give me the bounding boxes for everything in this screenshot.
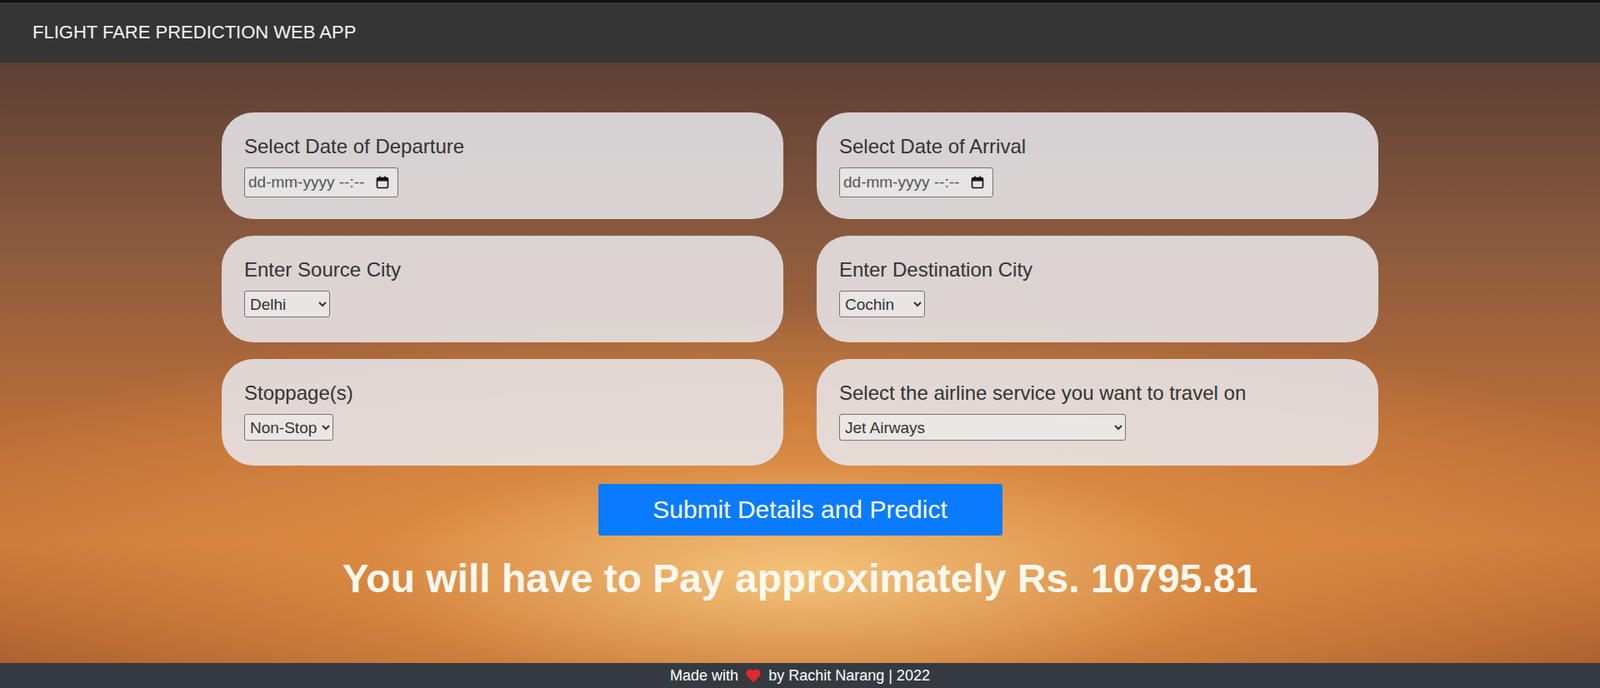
field-label: Enter Destination City [839, 257, 1356, 283]
field-label: Select the airline service you want to t… [839, 380, 1356, 406]
calendar-icon[interactable] [375, 175, 390, 190]
prediction-result: You will have to Pay approximately Rs. 1… [342, 555, 1258, 602]
navbar: FLIGHT FARE PREDICTION WEB APP [0, 0, 1600, 63]
field-label: Select Date of Departure [244, 134, 761, 160]
datetime-input[interactable]: dd-mm-yyyy --:-- [244, 167, 399, 198]
field-label: Stoppage(s) [244, 380, 761, 406]
app-title[interactable]: FLIGHT FARE PREDICTION WEB APP [32, 21, 356, 44]
form-card: Select Date of Departure dd-mm-yyyy --:-… [221, 112, 784, 220]
form-card: Select the airline service you want to t… [816, 359, 1379, 466]
page: FLIGHT FARE PREDICTION WEB APP Select Da… [0, 0, 1600, 688]
field-label: Enter Source City [244, 257, 761, 283]
calendar-icon[interactable] [970, 175, 985, 190]
form-card: Stoppage(s) Non-Stop [221, 359, 784, 466]
datetime-input[interactable]: dd-mm-yyyy --:-- [839, 167, 994, 198]
submit-button[interactable]: Submit Details and Predict [598, 484, 1003, 536]
form-grid: Select Date of Departure dd-mm-yyyy --:-… [221, 112, 1379, 466]
background-photo: Select Date of Departure dd-mm-yyyy --:-… [0, 62, 1600, 664]
footer-text: Made with [670, 667, 739, 685]
form-card: Select Date of Arrival dd-mm-yyyy --:-- [816, 112, 1379, 220]
select-input[interactable]: Cochin [839, 290, 925, 318]
footer: Made with by Rachit Narang | 2022 [0, 663, 1600, 688]
heart-icon [745, 668, 762, 684]
select-input[interactable]: Non-Stop [244, 414, 334, 441]
field-label: Select Date of Arrival [839, 134, 1356, 160]
select-input[interactable]: Delhi [244, 290, 330, 318]
form-card: Enter Destination City Cochin [816, 235, 1379, 343]
form-card: Enter Source City Delhi [221, 235, 784, 343]
footer-credit: by Rachit Narang | 2022 [768, 667, 930, 685]
select-input[interactable]: Jet Airways [839, 414, 1126, 441]
